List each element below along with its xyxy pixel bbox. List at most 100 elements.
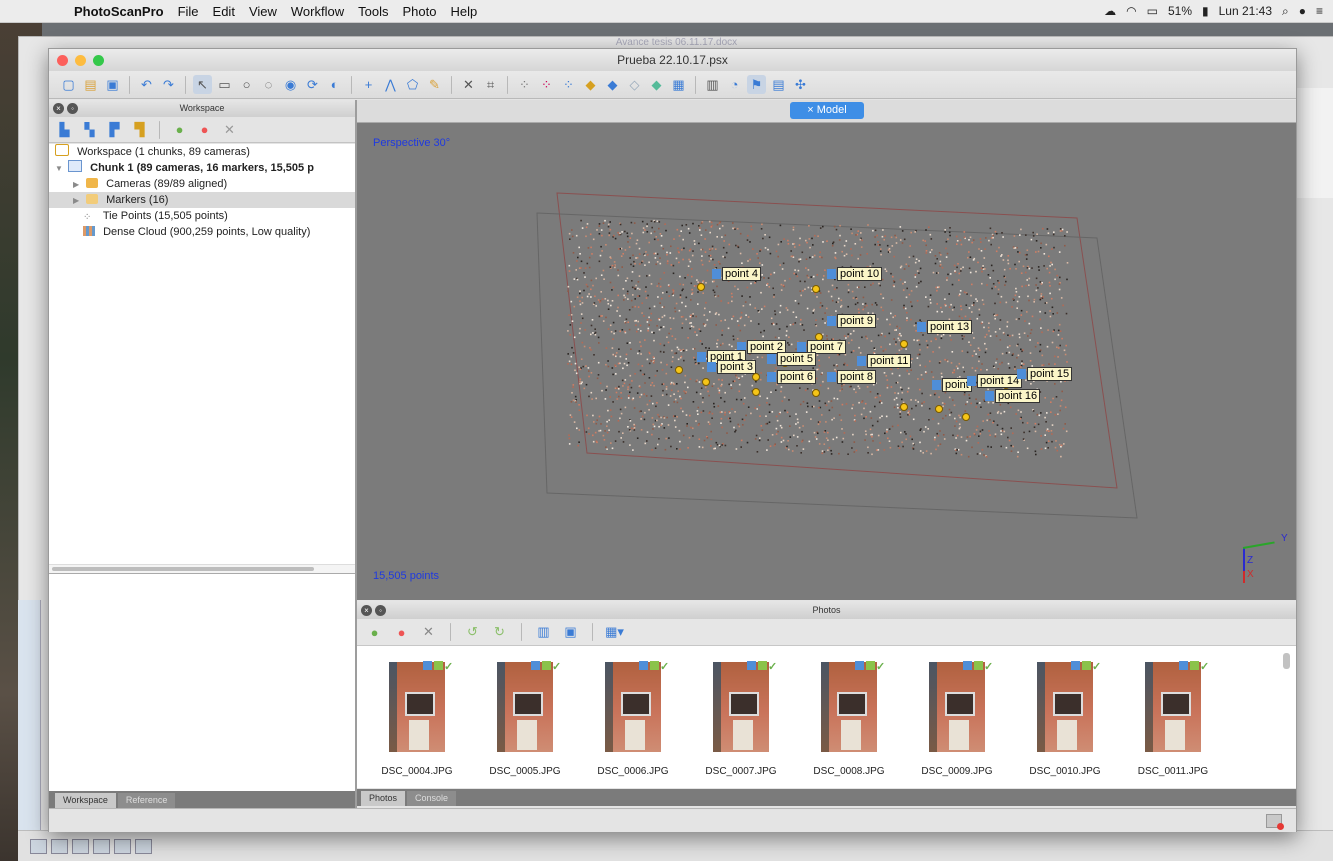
photo-thumbnail[interactable]	[1037, 662, 1093, 752]
battery-percent[interactable]: 51%	[1168, 4, 1192, 18]
tab-console[interactable]: Console	[407, 791, 457, 806]
photo-thumbnail[interactable]	[929, 662, 985, 752]
point-cloud-icon[interactable]: ⁘	[515, 75, 534, 94]
filter-by-markers-icon[interactable]: ▣	[561, 623, 580, 642]
add-photos-icon[interactable]: ▚	[80, 120, 99, 139]
marker-point[interactable]	[675, 366, 683, 374]
photo-thumbnail[interactable]	[605, 662, 661, 752]
scale-object-icon[interactable]: ◐	[325, 75, 344, 94]
zoom-window-icon[interactable]	[93, 55, 104, 66]
close-tab-icon[interactable]: ×	[807, 104, 813, 116]
marker-point[interactable]	[752, 388, 760, 396]
float-panel-icon[interactable]: ◦	[67, 103, 78, 114]
minimize-window-icon[interactable]	[75, 55, 86, 66]
marker-point[interactable]	[702, 378, 710, 386]
view-button[interactable]	[93, 838, 110, 854]
marker-point[interactable]	[900, 340, 908, 348]
draw-point-icon[interactable]: ✎	[425, 75, 444, 94]
show-trackball-icon[interactable]: ✣	[791, 75, 810, 94]
expand-arrow-icon[interactable]: ▶	[73, 177, 83, 193]
expand-arrow-icon[interactable]: ▶	[73, 193, 83, 209]
wireframe-model-icon[interactable]: ◇	[625, 75, 644, 94]
display-icon[interactable]: ▭	[1147, 4, 1158, 18]
add-folder-icon[interactable]: ▛	[105, 120, 124, 139]
tree-item-tie-points[interactable]: ⁘ Tie Points (15,505 points)	[49, 208, 355, 224]
cloud-icon[interactable]: ☁	[1104, 4, 1116, 18]
marker[interactable]: point 3	[707, 360, 757, 374]
clock[interactable]: Lun 21:43	[1219, 4, 1272, 18]
wifi-icon[interactable]: ◠	[1126, 4, 1136, 18]
menu-workflow[interactable]: Workflow	[291, 4, 344, 19]
reset-filter-icon[interactable]: ▥	[534, 623, 553, 642]
rotate-left-icon[interactable]: ↺	[463, 623, 482, 642]
tiled-model-icon[interactable]: ▦	[669, 75, 688, 94]
remove-icon[interactable]: ✕	[419, 623, 438, 642]
save-icon[interactable]: ▣	[103, 75, 122, 94]
marker[interactable]: point 15	[1017, 367, 1073, 381]
view-button[interactable]	[51, 838, 68, 854]
menu-edit[interactable]: Edit	[213, 4, 235, 19]
marker-point[interactable]	[752, 373, 760, 381]
enable-icon[interactable]: ●	[365, 623, 384, 642]
free-form-selection-icon[interactable]: ◌	[259, 75, 278, 94]
point-cloud-classes-icon[interactable]: ⁘	[559, 75, 578, 94]
view-button[interactable]	[30, 838, 47, 854]
marker-point[interactable]	[697, 283, 705, 291]
rotate-object-icon[interactable]: ⟳	[303, 75, 322, 94]
marker-point[interactable]	[962, 413, 970, 421]
redo-icon[interactable]: ↷	[159, 75, 178, 94]
spotlight-icon[interactable]: ⌕	[1282, 4, 1289, 19]
solid-model-icon[interactable]: ◆	[603, 75, 622, 94]
new-project-icon[interactable]: ▢	[59, 75, 78, 94]
marker[interactable]: point 5	[767, 352, 817, 366]
view-button[interactable]	[114, 838, 131, 854]
add-marker-icon[interactable]: ▜	[130, 120, 149, 139]
scrollbar-thumb[interactable]	[52, 567, 314, 571]
show-cameras-icon[interactable]: ▥	[703, 75, 722, 94]
collapse-arrow-icon[interactable]: ▼	[55, 161, 65, 177]
marker[interactable]: point 11	[857, 354, 912, 368]
tab-reference[interactable]: Reference	[117, 793, 176, 808]
marker[interactable]: point 14	[967, 374, 1023, 388]
close-window-icon[interactable]	[57, 55, 68, 66]
rotate-right-icon[interactable]: ↻	[490, 623, 509, 642]
marker[interactable]: point 4	[712, 267, 762, 281]
photo-thumbnail[interactable]	[821, 662, 877, 752]
photos-scrollbar[interactable]	[1283, 653, 1290, 669]
delete-selection-icon[interactable]: ✕	[459, 75, 478, 94]
disable-icon[interactable]: ●	[392, 623, 411, 642]
photo-thumbnail[interactable]	[713, 662, 769, 752]
marker-point[interactable]	[812, 389, 820, 397]
menu-help[interactable]: Help	[450, 4, 477, 19]
menu-view[interactable]: View	[249, 4, 277, 19]
tab-workspace[interactable]: Workspace	[55, 793, 116, 808]
marker-point[interactable]	[812, 285, 820, 293]
textured-model-icon[interactable]: ◆	[647, 75, 666, 94]
marker[interactable]: point 10	[827, 267, 883, 281]
workspace-scrollbar[interactable]	[49, 564, 355, 573]
shaded-model-icon[interactable]: ◆	[581, 75, 600, 94]
network-status-icon[interactable]	[1266, 814, 1284, 830]
marker-point[interactable]	[900, 403, 908, 411]
tree-item-markers[interactable]: ▶ Markers (16)	[49, 192, 355, 208]
draw-polyline-icon[interactable]: ⋀	[381, 75, 400, 94]
battery-icon[interactable]: ▮	[1202, 4, 1209, 18]
siri-icon[interactable]: ●	[1299, 4, 1306, 18]
tree-item-cameras[interactable]: ▶ Cameras (89/89 aligned)	[49, 176, 355, 192]
tab-model[interactable]: × Model	[790, 102, 864, 119]
marker[interactable]: point	[932, 378, 972, 392]
photo-thumbnail[interactable]	[497, 662, 553, 752]
tree-item-chunk[interactable]: ▼ Chunk 1 (89 cameras, 16 markers, 15,50…	[49, 160, 355, 176]
remove-icon[interactable]: ✕	[220, 120, 239, 139]
circle-selection-icon[interactable]: ○	[237, 75, 256, 94]
notification-center-icon[interactable]: ≡	[1316, 4, 1323, 18]
tree-item-workspace[interactable]: Workspace (1 chunks, 89 cameras)	[49, 144, 355, 160]
menu-file[interactable]: File	[178, 4, 199, 19]
menu-photo[interactable]: Photo	[402, 4, 436, 19]
move-object-icon[interactable]: ◉	[281, 75, 300, 94]
show-region-icon[interactable]: ▤	[769, 75, 788, 94]
tree-item-dense-cloud[interactable]: Dense Cloud (900,259 points, Low quality…	[49, 224, 355, 240]
rectangle-selection-icon[interactable]: ▭	[215, 75, 234, 94]
close-panel-icon[interactable]: ×	[53, 103, 64, 114]
navigation-icon[interactable]: ↖	[193, 75, 212, 94]
